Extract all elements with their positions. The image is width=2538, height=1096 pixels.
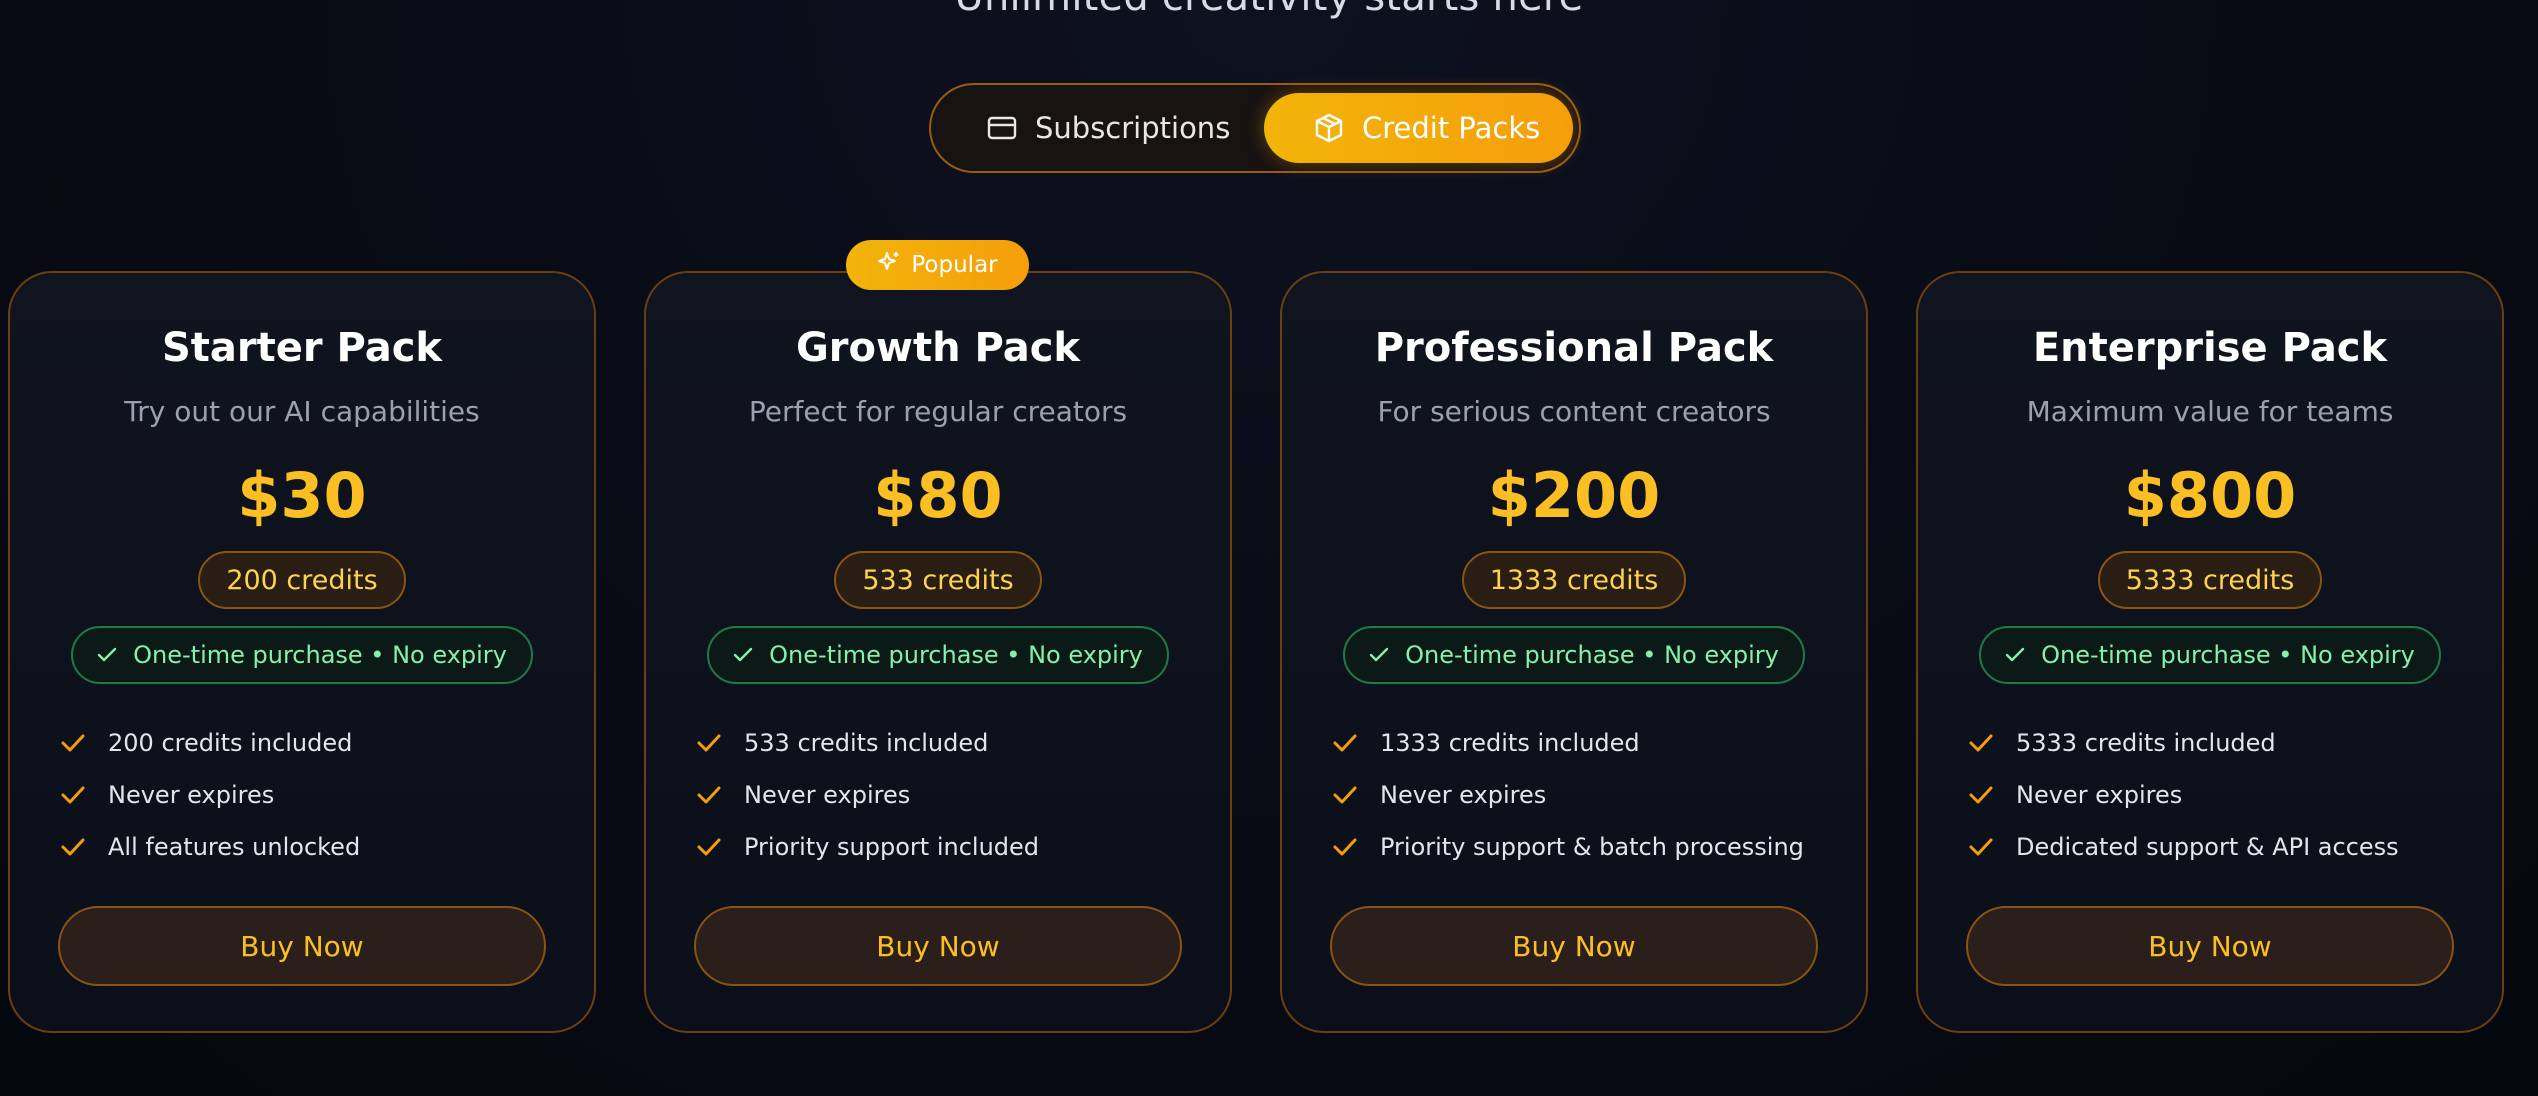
check-icon [1968, 836, 1994, 858]
feature-text: 1333 credits included [1380, 729, 1640, 757]
check-icon [1332, 732, 1358, 754]
check-icon [696, 784, 722, 806]
feature-text: All features unlocked [108, 833, 361, 861]
list-item: Never expires [60, 769, 574, 821]
list-item: Priority support & batch processing [1332, 821, 1846, 873]
feature-list: 200 credits included Never expires All f… [60, 717, 574, 873]
pack-card-enterprise: Enterprise Pack Maximum value for teams … [1916, 271, 2504, 1033]
pack-card-professional: Professional Pack For serious content cr… [1280, 271, 1868, 1033]
feature-text: Dedicated support & API access [2016, 833, 2399, 861]
pack-title: Growth Pack [795, 325, 1081, 371]
check-icon [1968, 732, 1994, 754]
check-icon [733, 641, 753, 669]
check-icon [1968, 784, 1994, 806]
one-time-badge-label: One-time purchase • No expiry [133, 641, 507, 669]
list-item: 1333 credits included [1332, 717, 1846, 769]
one-time-badge: One-time purchase • No expiry [1343, 626, 1805, 684]
pack-description: Try out our AI capabilities [124, 395, 480, 428]
feature-text: 200 credits included [108, 729, 353, 757]
list-item: Dedicated support & API access [1968, 821, 2482, 873]
pack-price: $200 [1487, 459, 1661, 532]
feature-list: 5333 credits included Never expires Dedi… [1968, 717, 2482, 873]
check-icon [60, 784, 86, 806]
list-item: Priority support included [696, 821, 1210, 873]
credits-badge: 1333 credits [1461, 551, 1687, 609]
feature-text: Never expires [744, 781, 911, 809]
one-time-badge: One-time purchase • No expiry [1979, 626, 2441, 684]
feature-text: Priority support & batch processing [1380, 833, 1804, 861]
feature-text: Priority support included [744, 833, 1040, 861]
feature-text: 533 credits included [744, 729, 989, 757]
credits-badge: 533 credits [834, 551, 1042, 609]
list-item: Never expires [1332, 769, 1846, 821]
pack-card-growth: Growth Pack Perfect for regular creators… [644, 271, 1232, 1033]
feature-text: Never expires [2016, 781, 2183, 809]
feature-text: Never expires [108, 781, 275, 809]
one-time-badge-label: One-time purchase • No expiry [2041, 641, 2415, 669]
pack-price: $800 [2123, 459, 2297, 532]
pack-title: Enterprise Pack [2032, 325, 2388, 371]
pack-card-starter: Starter Pack Try out our AI capabilities… [8, 271, 596, 1033]
buy-now-button[interactable]: Buy Now [694, 906, 1182, 986]
buy-now-button[interactable]: Buy Now [1966, 906, 2454, 986]
pack-description: For serious content creators [1377, 395, 1771, 428]
check-icon [1332, 836, 1358, 858]
sparkles-icon [877, 250, 901, 280]
pack-price: $30 [237, 459, 367, 532]
feature-list: 533 credits included Never expires Prior… [696, 717, 1210, 873]
subscriptions-tab-label: Subscriptions [1035, 111, 1231, 145]
check-icon [1332, 784, 1358, 806]
check-icon [696, 732, 722, 754]
buy-now-button[interactable]: Buy Now [1330, 906, 1818, 986]
popular-badge: Popular [846, 240, 1029, 290]
credit-packs-tab[interactable]: Credit Packs [1264, 93, 1573, 163]
popular-badge-label: Popular [911, 252, 998, 278]
one-time-badge: One-time purchase • No expiry [707, 626, 1169, 684]
plan-type-toggle: Subscriptions Credit Packs [929, 83, 1581, 173]
pack-title: Professional Pack [1374, 325, 1774, 371]
list-item: 533 credits included [696, 717, 1210, 769]
pack-description: Perfect for regular creators [748, 395, 1128, 428]
page-headline: Unlimited creativity starts here [0, 0, 2538, 20]
pack-title: Starter Pack [161, 325, 443, 371]
check-icon [696, 836, 722, 858]
credits-badge: 200 credits [198, 551, 406, 609]
feature-list: 1333 credits included Never expires Prio… [1332, 717, 1846, 873]
credit-card-icon [987, 116, 1017, 140]
one-time-badge-label: One-time purchase • No expiry [769, 641, 1143, 669]
check-icon [60, 732, 86, 754]
list-item: All features unlocked [60, 821, 574, 873]
list-item: 200 credits included [60, 717, 574, 769]
pack-price: $80 [873, 459, 1003, 532]
buy-now-button[interactable]: Buy Now [58, 906, 546, 986]
check-icon [1369, 641, 1389, 669]
feature-text: 5333 credits included [2016, 729, 2276, 757]
list-item: Never expires [696, 769, 1210, 821]
pack-description: Maximum value for teams [2026, 395, 2394, 428]
one-time-badge-label: One-time purchase • No expiry [1405, 641, 1779, 669]
check-icon [97, 641, 117, 669]
subscriptions-tab[interactable]: Subscriptions [987, 93, 1230, 163]
list-item: Never expires [1968, 769, 2482, 821]
package-icon [1314, 113, 1344, 143]
check-icon [2005, 641, 2025, 669]
credits-badge: 5333 credits [2097, 551, 2323, 609]
feature-text: Never expires [1380, 781, 1547, 809]
check-icon [60, 836, 86, 858]
list-item: 5333 credits included [1968, 717, 2482, 769]
one-time-badge: One-time purchase • No expiry [71, 626, 533, 684]
credit-packs-tab-label: Credit Packs [1362, 111, 1541, 145]
